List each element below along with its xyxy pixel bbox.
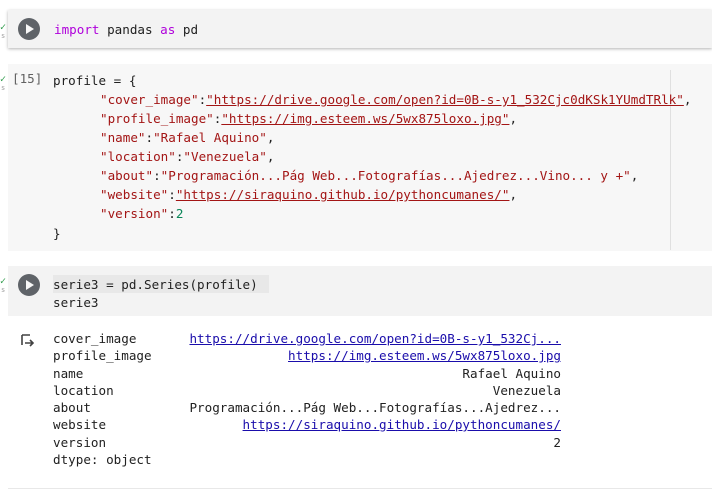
code-line[interactable]: "cover_image":"https://drive.google.com/… <box>100 90 691 109</box>
exec-time-label: s <box>1 32 6 40</box>
code-line[interactable]: "profile_image":"https://img.esteem.ws/5… <box>100 109 517 128</box>
code-line[interactable]: serie3 <box>53 293 99 312</box>
code-line[interactable]: "version":2 <box>100 204 183 223</box>
code-cell-import[interactable]: import pandas as pd <box>8 10 712 48</box>
output-link[interactable]: https://siraquino.github.io/pythoncumane… <box>243 416 561 433</box>
code-line[interactable]: "about":"Programación...Pág Web...Fotogr… <box>100 166 638 185</box>
code-line[interactable]: "location":"Venezuela", <box>100 147 274 166</box>
divider <box>8 488 712 489</box>
code-line[interactable]: } <box>53 224 61 243</box>
exec-time-label: s <box>1 286 6 294</box>
execution-count: [15] <box>12 71 43 86</box>
output-row: about Programación...Pág Web...Fotografí… <box>53 400 561 415</box>
output-row: location Venezuela <box>53 383 561 398</box>
output-link[interactable]: https://img.esteem.ws/5wx875loxo.jpg <box>288 347 561 364</box>
output-row: cover_image https://drive.google.com/ope… <box>53 330 561 347</box>
output-row: profile_image https://img.esteem.ws/5wx8… <box>53 347 561 364</box>
output-row: website https://siraquino.github.io/pyth… <box>53 416 561 433</box>
run-cell-button[interactable] <box>18 18 40 40</box>
exec-time-label: s <box>1 84 6 92</box>
code-line[interactable]: serie3 = pd.Series(profile) <box>53 275 258 294</box>
run-cell-button[interactable] <box>18 274 40 296</box>
code-line-import[interactable]: import pandas as pd <box>54 20 198 39</box>
code-line[interactable]: profile = { <box>53 71 136 90</box>
output-row: version 2 <box>53 435 561 450</box>
output-arrow-icon[interactable] <box>20 333 36 349</box>
output-link[interactable]: https://drive.google.com/open?id=0B-s-y1… <box>189 330 561 347</box>
code-line[interactable]: "website":"https://siraquino.github.io/p… <box>100 185 517 204</box>
output-dtype: dtype: object <box>53 452 152 467</box>
output-row: name Rafael Aquino <box>53 366 561 381</box>
code-line[interactable]: "name":"Rafael Aquino", <box>100 128 274 147</box>
